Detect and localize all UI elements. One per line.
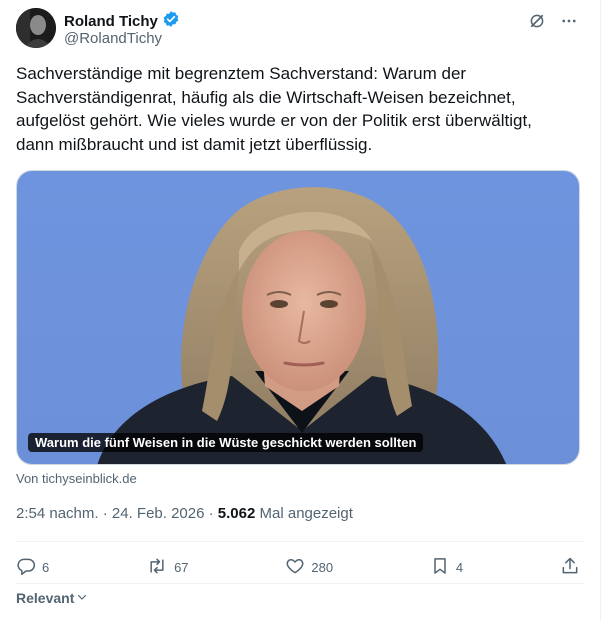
author-handle[interactable]: @RolandTichy [64, 30, 162, 47]
like-icon [285, 556, 305, 579]
timestamp[interactable]: 2:54 nachm. · 24. Feb. 2026 · [16, 505, 218, 522]
share-button[interactable] [560, 556, 580, 579]
like-button[interactable]: 280 [285, 556, 333, 579]
reply-icon [16, 556, 36, 579]
author-name[interactable]: Roland Tichy [64, 13, 158, 30]
repost-count: 67 [174, 559, 189, 575]
divider-top [16, 541, 585, 542]
reply-button[interactable]: 6 [16, 556, 49, 579]
bookmark-icon [430, 556, 450, 579]
card-image [17, 171, 579, 464]
sort-label: Relevant [16, 590, 75, 606]
divider-bottom [16, 583, 585, 584]
tweet-header: Roland Tichy @RolandTichy [16, 8, 586, 50]
more-icon[interactable] [558, 10, 580, 32]
chevron-down-icon [76, 590, 88, 606]
repost-button[interactable]: 67 [146, 556, 189, 579]
verified-badge-icon [162, 10, 180, 33]
card-caption[interactable]: Warum die fünf Weisen in die Wüste gesch… [28, 433, 424, 452]
action-bar: 6 67 280 4 [16, 553, 580, 581]
view-label: Mal angezeigt [255, 505, 353, 522]
view-count: 5.062 [217, 505, 256, 522]
bookmark-count: 4 [455, 559, 464, 575]
bookmark-button[interactable]: 4 [430, 556, 463, 579]
grok-icon[interactable] [526, 10, 548, 32]
link-source[interactable]: Von tichyseinblick.de [16, 471, 137, 486]
tweet-meta: 2:54 nachm. · 24. Feb. 2026 · 5.062 Mal … [16, 505, 353, 522]
reply-count: 6 [42, 559, 50, 575]
like-count: 280 [311, 559, 334, 575]
share-icon [560, 556, 580, 579]
sort-replies-button[interactable]: Relevant [16, 590, 88, 606]
repost-icon [146, 556, 168, 579]
tweet-text: Sachverständige mit begrenztem Sachverst… [16, 64, 532, 154]
avatar[interactable] [16, 8, 56, 48]
link-card[interactable] [16, 170, 580, 465]
